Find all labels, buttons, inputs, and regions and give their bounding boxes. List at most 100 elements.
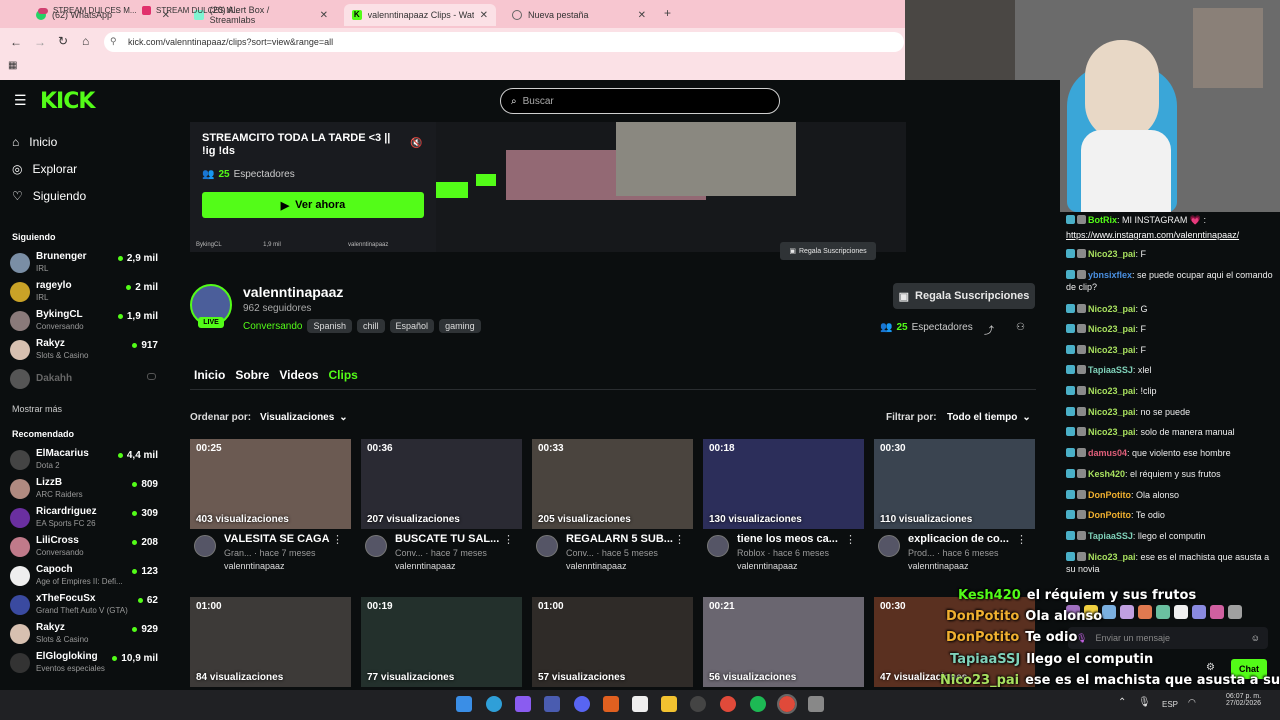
emote-icon[interactable] bbox=[1210, 605, 1224, 619]
chat-username[interactable]: Nico23_pai bbox=[1088, 427, 1136, 437]
sidebar-channel[interactable]: ElMacarius Dota 2 4,4 mil bbox=[10, 447, 160, 475]
clip-info[interactable]: VALESITA SE CAGA Gran... · hace 7 meses va… bbox=[190, 531, 351, 571]
tag[interactable]: gaming bbox=[439, 319, 481, 333]
emote-icon[interactable] bbox=[1102, 605, 1116, 619]
edge-icon[interactable] bbox=[486, 696, 502, 712]
emote-icon[interactable] bbox=[1192, 605, 1206, 619]
channel-name[interactable]: valenntinapaaz bbox=[243, 284, 343, 300]
clip-thumbnail[interactable]: 00:30 110 visualizaciones bbox=[874, 439, 1035, 529]
gift-subs-button[interactable]: ▣ Regala Suscripciones bbox=[893, 283, 1035, 309]
watch-now-button[interactable]: ▶ Ver ahora bbox=[202, 192, 424, 218]
emote-icon[interactable] bbox=[1138, 605, 1152, 619]
chat-username[interactable]: ybnsixflex bbox=[1088, 270, 1132, 280]
tab-inicio[interactable]: Inicio bbox=[194, 368, 225, 382]
sidebar-channel[interactable]: ElGlogloking Eventos especiales 10,9 mil bbox=[10, 650, 160, 678]
chat-input[interactable]: 🎙 Enviar un mensaje ☺ bbox=[1068, 627, 1268, 649]
chevron-up-icon[interactable]: ⌃ bbox=[1118, 697, 1126, 708]
apps-grid-icon[interactable]: ▦ bbox=[8, 60, 17, 71]
more-options-icon[interactable]: ⋮ bbox=[332, 533, 343, 546]
tab-kick-clips[interactable]: K valenntinapaaz Clips - Watch L ✕ bbox=[344, 4, 496, 26]
emote-icon[interactable] bbox=[1156, 605, 1170, 619]
chat-username[interactable]: DonPotito bbox=[1088, 510, 1131, 520]
chat-username[interactable]: TapiaaSSJ bbox=[1088, 365, 1133, 375]
wifi-icon[interactable]: ◠ bbox=[1188, 697, 1196, 708]
home-icon[interactable]: ⌂ bbox=[82, 34, 89, 48]
nav-siguiendo[interactable]: ♡ Siguiendo bbox=[12, 189, 86, 203]
clip-thumbnail[interactable]: 00:18 130 visualizaciones bbox=[703, 439, 864, 529]
clock[interactable]: 06:07 p. m. 27/02/2026 bbox=[1226, 693, 1261, 707]
user-options-icon[interactable]: ⚇ bbox=[1016, 322, 1025, 333]
tab-new[interactable]: Nueva pestaña ✕ bbox=[504, 4, 654, 26]
sidebar-channel[interactable]: rageylo IRL 2 mil bbox=[10, 279, 160, 307]
share-icon[interactable]: ⤴ bbox=[984, 322, 994, 337]
chat-settings-icon[interactable]: ⚙ bbox=[1206, 662, 1215, 673]
emoji-icon[interactable]: ☺ bbox=[1251, 633, 1260, 643]
nav-explorar[interactable]: ◎ Explorar bbox=[12, 162, 77, 176]
spotify-icon[interactable] bbox=[750, 696, 766, 712]
clip-thumbnail[interactable]: 00:25 403 visualizaciones bbox=[190, 439, 351, 529]
category-link[interactable]: Conversando bbox=[243, 321, 302, 332]
sidebar-channel[interactable]: xTheFocuSx Grand Theft Auto V (GTA) 62 bbox=[10, 592, 160, 620]
chrome-icon[interactable] bbox=[720, 696, 736, 712]
app-icon[interactable] bbox=[544, 696, 560, 712]
folder-icon[interactable] bbox=[661, 696, 677, 712]
chat-username[interactable]: Nico23_pai bbox=[1088, 324, 1136, 334]
brave-icon[interactable] bbox=[603, 696, 619, 712]
bookmark-2[interactable]: STREAM DULCES M... bbox=[142, 6, 240, 15]
settings-icon[interactable] bbox=[808, 696, 824, 712]
sidebar-channel[interactable]: Ricardriguez EA Sports FC 26 309 bbox=[10, 505, 160, 533]
chat-username[interactable]: Nico23_pai bbox=[1088, 345, 1136, 355]
clip-thumbnail[interactable]: 00:21 56 visualizaciones bbox=[703, 597, 864, 687]
tab-clips[interactable]: Clips bbox=[329, 368, 358, 382]
chat-username[interactable]: Nico23_pai bbox=[1088, 304, 1136, 314]
bookmark-1[interactable]: STREAM DULCES M... bbox=[38, 6, 137, 15]
filter-dropdown[interactable]: Todo el tiempo ⌄ bbox=[947, 412, 1031, 423]
menu-icon[interactable]: ☰ bbox=[14, 92, 27, 109]
url-field[interactable]: kick.com/valenntinapaaz/clips?sort=view&… bbox=[104, 32, 904, 52]
close-icon[interactable]: ✕ bbox=[480, 10, 488, 21]
chat-username[interactable]: DonPotito bbox=[1088, 490, 1131, 500]
tab-sobre[interactable]: Sobre bbox=[235, 368, 269, 382]
language-indicator[interactable]: ESP bbox=[1162, 700, 1178, 709]
clip-info[interactable]: explicacion de co... Prod... · hace 6 mes… bbox=[874, 531, 1035, 571]
close-icon[interactable]: ✕ bbox=[638, 10, 646, 21]
chat-username[interactable]: Nico23_pai bbox=[1088, 249, 1136, 259]
chat-username[interactable]: BotRix bbox=[1088, 215, 1117, 225]
reload-icon[interactable]: ↻ bbox=[58, 34, 68, 48]
mute-icon[interactable]: 🔇 bbox=[410, 138, 422, 149]
back-icon[interactable]: ← bbox=[10, 35, 22, 49]
more-options-icon[interactable]: ⋮ bbox=[845, 533, 856, 546]
close-icon[interactable]: ✕ bbox=[320, 10, 328, 21]
tag[interactable]: Español bbox=[389, 319, 435, 333]
file-icon[interactable] bbox=[632, 696, 648, 712]
chrome-active-icon[interactable] bbox=[777, 694, 797, 714]
obs-icon[interactable] bbox=[690, 696, 706, 712]
emote-icon[interactable] bbox=[1174, 605, 1188, 619]
discord-icon[interactable] bbox=[574, 696, 590, 712]
chat-username[interactable]: damus04 bbox=[1088, 448, 1127, 458]
emote-icon[interactable] bbox=[1228, 605, 1242, 619]
copilot-icon[interactable] bbox=[515, 696, 531, 712]
sidebar-channel[interactable]: Dakahh bbox=[10, 366, 160, 394]
clip-thumbnail[interactable]: 01:00 84 visualizaciones bbox=[190, 597, 351, 687]
forward-icon[interactable]: → bbox=[34, 35, 46, 49]
kick-logo[interactable]: KICK bbox=[40, 89, 95, 114]
stream-preview-card[interactable]: STREAMCITO TODA LA TARDE <3 || !ig !ds 🔇… bbox=[190, 122, 436, 252]
chat-username[interactable]: Nico23_pai bbox=[1088, 407, 1136, 417]
clip-thumbnail[interactable]: 01:00 57 visualizaciones bbox=[532, 597, 693, 687]
chat-username[interactable]: Nico23_pai bbox=[1088, 386, 1136, 396]
mic-icon[interactable]: 🎙 bbox=[1138, 697, 1151, 708]
sort-dropdown[interactable]: Visualizaciones ⌄ bbox=[260, 412, 348, 423]
search-input[interactable]: ⌕ Buscar bbox=[500, 88, 780, 114]
clip-info[interactable]: REGALARN 5 SUB... Conv... · hace 5 meses v… bbox=[532, 531, 693, 571]
nav-inicio[interactable]: ⌂ Inicio bbox=[12, 135, 57, 149]
sidebar-channel[interactable]: LizzB ARC Raiders 809 bbox=[10, 476, 160, 504]
clip-thumbnail[interactable]: 00:19 77 visualizaciones bbox=[361, 597, 522, 687]
sidebar-channel[interactable]: Brunenger IRL 2,9 mil bbox=[10, 250, 160, 278]
chat-username[interactable]: Kesh420 bbox=[1088, 469, 1125, 479]
chat-username[interactable]: TapiaaSSJ bbox=[1088, 531, 1133, 541]
sidebar-channel[interactable]: Rakyz Slots & Casino 929 bbox=[10, 621, 160, 649]
clip-info[interactable]: tiene los meos ca... Roblox · hace 6 mese… bbox=[703, 531, 864, 571]
show-more-link[interactable]: Mostrar más bbox=[12, 404, 62, 414]
emote-icon[interactable] bbox=[1120, 605, 1134, 619]
